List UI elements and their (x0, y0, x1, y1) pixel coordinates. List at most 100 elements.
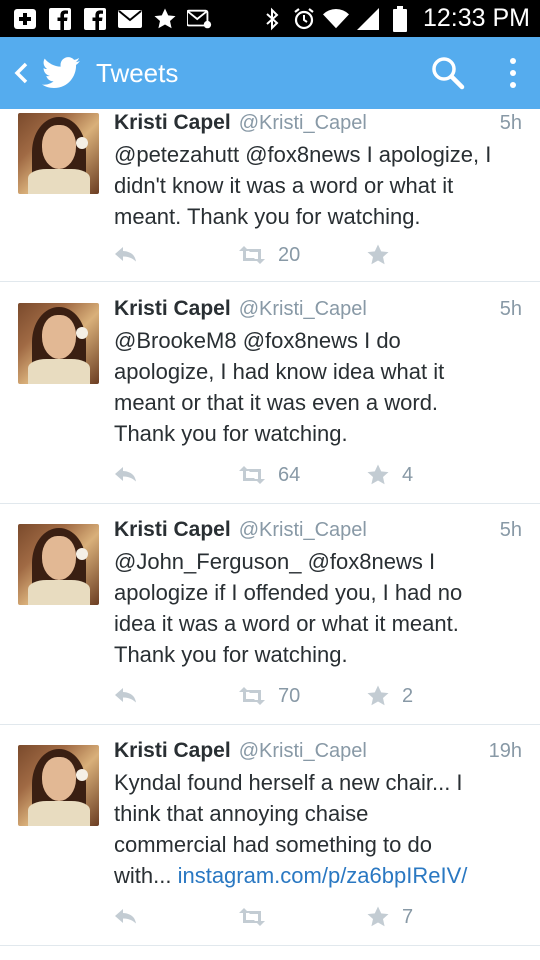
reply-icon (115, 909, 136, 924)
author-handle[interactable]: @Kristi_Capel (239, 112, 367, 135)
reply-icon (115, 467, 136, 482)
voicemail-icon (187, 6, 213, 32)
mail-icon (117, 6, 143, 32)
tweet-text: @petezahutt @fox8news I apologize, I did… (114, 139, 522, 232)
tweet-text-line: @John_Ferguson_ @fox8news I (114, 549, 436, 574)
signal-icon (355, 6, 381, 32)
retweet-button[interactable] (238, 902, 278, 932)
retweet-count: 20 (278, 243, 301, 266)
page-title: Tweets (96, 57, 179, 88)
tweet-text-line: with... instagram.com/p/za6bpIReIV/ (114, 860, 522, 891)
favorite-star-icon (367, 244, 389, 265)
tweet-timestamp: 5h (499, 519, 522, 541)
avatar[interactable] (18, 524, 99, 605)
tweet-text-line: apologize, I had know idea what it (114, 359, 445, 384)
favorite-count: 4 (402, 463, 414, 486)
battery-icon (387, 5, 413, 32)
tweet-text: Kyndal found herself a new chair... I th… (114, 767, 522, 891)
tweet[interactable]: Kristi Capel @Kristi_Capel 19h Kyndal fo… (0, 725, 540, 946)
clock: 12:33 PM (422, 4, 530, 32)
tweet-text: @BrookeM8 @fox8news I do apologize, I ha… (114, 325, 522, 449)
favorite-count: 7 (402, 905, 414, 928)
tweet-text-line: Thank you for watching. (114, 642, 348, 667)
favorite-star-icon (367, 464, 389, 485)
twitter-bird-icon[interactable] (38, 37, 84, 109)
facebook-icon (47, 6, 73, 32)
tweet-text-line: commercial had something to do (114, 832, 432, 857)
alarm-icon (291, 6, 317, 32)
tweet-text-line: meant or that it was even a word. (114, 390, 439, 415)
retweet-button[interactable]: 20 (238, 240, 300, 270)
reply-button[interactable] (114, 902, 138, 932)
tweet-text-line: idea it was a word or what it meant. (114, 611, 459, 636)
favorite-button[interactable] (366, 240, 402, 270)
tweet-actions: 20 (114, 240, 522, 270)
retweet-button[interactable]: 64 (238, 460, 300, 490)
favorite-button[interactable]: 7 (366, 902, 413, 932)
tweet-text-line: @BrookeM8 @fox8news I do (114, 328, 401, 353)
star-icon (152, 6, 178, 32)
favorite-button[interactable]: 4 (366, 460, 413, 490)
favorite-star-icon (367, 685, 389, 706)
author-name[interactable]: Kristi Capel (114, 297, 231, 321)
tweet-text-fragment: with... (114, 863, 178, 888)
facebook-icon (82, 6, 108, 32)
tweet-text-line: apologize if I offended you, I had no (114, 580, 463, 605)
tweet-actions: 7 (114, 902, 522, 932)
tweet-actions: 64 4 (114, 460, 522, 490)
author-name[interactable]: Kristi Capel (114, 518, 231, 542)
avatar[interactable] (18, 303, 99, 384)
search-icon[interactable] (426, 51, 470, 95)
tweet-header: Kristi Capel @Kristi_Capel 5h (114, 111, 522, 135)
favorite-star-icon (367, 906, 389, 927)
reply-button[interactable] (114, 240, 138, 270)
author-handle[interactable]: @Kristi_Capel (239, 519, 367, 542)
wifi-icon (322, 6, 349, 32)
tweet[interactable]: Kristi Capel @Kristi_Capel 5h @John_Ferg… (0, 504, 540, 725)
retweet-icon (239, 687, 265, 705)
overflow-menu-icon[interactable] (496, 51, 530, 95)
tweet-header: Kristi Capel @Kristi_Capel 5h (114, 297, 522, 321)
tweet-link[interactable]: instagram.com/p/za6bpIReIV/ (178, 863, 468, 888)
retweet-icon (239, 466, 265, 484)
tweet-timestamp: 5h (499, 298, 522, 320)
retweet-count: 64 (278, 463, 301, 486)
author-name[interactable]: Kristi Capel (114, 111, 231, 135)
tweet-text-line: Thank you for watching. (114, 421, 348, 446)
status-bar: 12:33 PM (0, 0, 540, 37)
retweet-count: 70 (278, 684, 301, 707)
system-icons: 12:33 PM (259, 4, 530, 33)
tweet-text-line: meant. Thank you for watching. (114, 204, 421, 229)
tweet[interactable]: Kristi Capel @Kristi_Capel 5h @petezahut… (0, 109, 540, 282)
bluetooth-icon (259, 6, 285, 32)
back-arrow-icon[interactable] (6, 37, 36, 109)
avatar[interactable] (18, 113, 99, 194)
tweet-text-line: @petezahutt @fox8news I apologize, I (114, 142, 492, 167)
reply-button[interactable] (114, 460, 138, 490)
tweet-actions: 70 2 (114, 681, 522, 711)
retweet-icon (239, 908, 265, 926)
tweet-text-line: think that annoying chaise (114, 801, 369, 826)
tweet-text: @John_Ferguson_ @fox8news I apologize if… (114, 546, 522, 670)
tweet-header: Kristi Capel @Kristi_Capel 5h (114, 518, 522, 542)
tweet-timeline[interactable]: Kristi Capel @Kristi_Capel 5h @petezahut… (0, 109, 540, 960)
reply-icon (115, 688, 136, 703)
author-handle[interactable]: @Kristi_Capel (239, 740, 367, 763)
reply-icon (115, 247, 136, 262)
author-handle[interactable]: @Kristi_Capel (239, 298, 367, 321)
tweet-header: Kristi Capel @Kristi_Capel 19h (114, 739, 522, 763)
action-bar: Tweets (0, 37, 540, 109)
tweet-timestamp: 5h (499, 112, 522, 134)
favorite-count: 2 (402, 684, 414, 707)
add-box-icon (12, 6, 38, 32)
notification-icons (12, 6, 213, 32)
tweet-timestamp: 19h (488, 740, 522, 762)
author-name[interactable]: Kristi Capel (114, 739, 231, 763)
tweet-text-line: didn't know it was a word or what it (114, 173, 454, 198)
favorite-button[interactable]: 2 (366, 681, 413, 711)
tweet-text-line: Kyndal found herself a new chair... I (114, 770, 463, 795)
tweet[interactable]: Kristi Capel @Kristi_Capel 5h @BrookeM8 … (0, 283, 540, 504)
reply-button[interactable] (114, 681, 138, 711)
avatar[interactable] (18, 745, 99, 826)
retweet-button[interactable]: 70 (238, 681, 300, 711)
